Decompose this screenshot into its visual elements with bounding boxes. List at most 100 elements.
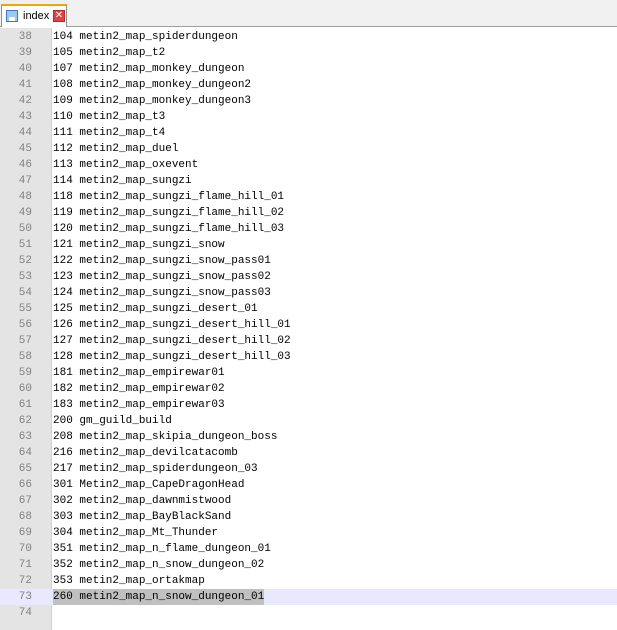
line-number: 41 — [18, 79, 32, 91]
line-number: 56 — [18, 319, 32, 331]
editor-line[interactable]: 38 104 metin2_map_spiderdungeon — [0, 29, 617, 45]
editor-line[interactable]: 62 200 gm_guild_build — [0, 413, 617, 429]
editor-line[interactable]: 39 105 metin2_map_t2 — [0, 45, 617, 61]
editor-line[interactable]: 51 121 metin2_map_sungzi_snow — [0, 237, 617, 253]
line-text[interactable]: 127 metin2_map_sungzi_desert_hill_02 — [53, 333, 291, 349]
line-text[interactable]: 110 metin2_map_t3 — [53, 109, 165, 125]
line-number: 54 — [18, 287, 32, 299]
editor-line[interactable]: 56 126 metin2_map_sungzi_desert_hill_01 — [0, 317, 617, 333]
close-icon[interactable]: ✕ — [53, 10, 65, 22]
line-text[interactable]: 182 metin2_map_empirewar02 — [53, 381, 225, 397]
editor-line[interactable]: 60 182 metin2_map_empirewar02 — [0, 381, 617, 397]
line-text[interactable]: 120 metin2_map_sungzi_flame_hill_03 — [53, 221, 284, 237]
editor-line[interactable]: 70 351 metin2_map_n_flame_dungeon_01 — [0, 541, 617, 557]
line-number: 57 — [18, 335, 32, 347]
editor-line[interactable]: 71 352 metin2_map_n_snow_dungeon_02 — [0, 557, 617, 573]
line-text[interactable]: 105 metin2_map_t2 — [53, 45, 165, 61]
line-text[interactable]: 303 metin2_map_BayBlackSand — [53, 509, 231, 525]
line-text[interactable]: 121 metin2_map_sungzi_snow — [53, 237, 225, 253]
editor-line[interactable]: 55 125 metin2_map_sungzi_desert_01 — [0, 301, 617, 317]
editor-line[interactable]: 41 108 metin2_map_monkey_dungeon2 — [0, 77, 617, 93]
line-text[interactable]: 114 metin2_map_sungzi — [53, 173, 192, 189]
editor-line[interactable]: 45 112 metin2_map_duel — [0, 141, 617, 157]
line-text[interactable]: 208 metin2_map_skipia_dungeon_boss — [53, 429, 277, 445]
line-text[interactable]: 351 metin2_map_n_flame_dungeon_01 — [53, 541, 271, 557]
line-number: 53 — [18, 271, 32, 283]
editor-line[interactable]: 63 208 metin2_map_skipia_dungeon_boss — [0, 429, 617, 445]
editor-line[interactable]: 74 — [0, 605, 617, 621]
editor-line[interactable]: 43 110 metin2_map_t3 — [0, 109, 617, 125]
text-editor[interactable]: 38 104 metin2_map_spiderdungeon 39 105 meti… — [0, 29, 617, 621]
line-text[interactable]: 125 metin2_map_sungzi_desert_01 — [53, 301, 258, 317]
line-number: 59 — [18, 367, 32, 379]
line-number: 50 — [18, 223, 32, 235]
line-text[interactable]: 111 metin2_map_t4 — [53, 125, 165, 141]
line-number: 58 — [18, 351, 32, 363]
line-number: 61 — [18, 399, 32, 411]
line-text[interactable]: 107 metin2_map_monkey_dungeon — [53, 61, 244, 77]
line-text[interactable]: 302 metin2_map_dawnmistwood — [53, 493, 231, 509]
editor-line[interactable]: 47 114 metin2_map_sungzi — [0, 173, 617, 189]
tab-index[interactable]: index ✕ — [1, 4, 67, 27]
editor-line[interactable]: 65 217 metin2_map_spiderdungeon_03 — [0, 461, 617, 477]
editor-line[interactable]: 66 301 Metin2_map_CapeDragonHead — [0, 477, 617, 493]
editor-line[interactable]: 61 183 metin2_map_empirewar03 — [0, 397, 617, 413]
editor-line[interactable]: 58 128 metin2_map_sungzi_desert_hill_03 — [0, 349, 617, 365]
line-text[interactable]: 109 metin2_map_monkey_dungeon3 — [53, 93, 251, 109]
line-text[interactable]: 352 metin2_map_n_snow_dungeon_02 — [53, 557, 264, 573]
editor-line[interactable]: 54 124 metin2_map_sungzi_snow_pass03 — [0, 285, 617, 301]
line-text[interactable]: 200 gm_guild_build — [53, 413, 172, 429]
line-number: 48 — [18, 191, 32, 203]
editor-line[interactable]: 44 111 metin2_map_t4 — [0, 125, 617, 141]
editor-line[interactable]: 59 181 metin2_map_empirewar01 — [0, 365, 617, 381]
current-line[interactable]: 73 260 metin2_map_n_snow_dungeon_01 — [0, 589, 617, 605]
editor-line[interactable]: 69 304 metin2_map_Mt_Thunder — [0, 525, 617, 541]
tab-bar: index ✕ — [0, 0, 617, 27]
editor-line[interactable]: 40 107 metin2_map_monkey_dungeon — [0, 61, 617, 77]
line-number: 38 — [18, 31, 32, 43]
line-text[interactable]: 304 metin2_map_Mt_Thunder — [53, 525, 218, 541]
editor-line[interactable]: 72 353 metin2_map_ortakmap — [0, 573, 617, 589]
line-text[interactable]: 119 metin2_map_sungzi_flame_hill_02 — [53, 205, 284, 221]
line-text[interactable]: 216 metin2_map_devilcatacomb — [53, 445, 238, 461]
editor-line[interactable]: 67 302 metin2_map_dawnmistwood — [0, 493, 617, 509]
line-text[interactable]: 118 metin2_map_sungzi_flame_hill_01 — [53, 189, 284, 205]
line-number: 71 — [18, 559, 32, 571]
line-number: 40 — [18, 63, 32, 75]
line-number: 64 — [18, 447, 32, 459]
editor-line[interactable]: 42 109 metin2_map_monkey_dungeon3 — [0, 93, 617, 109]
line-number: 72 — [18, 575, 32, 587]
line-text[interactable]: 183 metin2_map_empirewar03 — [53, 397, 225, 413]
editor-line[interactable]: 53 123 metin2_map_sungzi_snow_pass02 — [0, 269, 617, 285]
line-number: 42 — [18, 95, 32, 107]
line-number: 47 — [18, 175, 32, 187]
line-number: 43 — [18, 111, 32, 123]
line-text[interactable]: 126 metin2_map_sungzi_desert_hill_01 — [53, 317, 291, 333]
line-text[interactable]: 260 metin2_map_n_snow_dungeon_01 — [53, 589, 265, 605]
line-text[interactable]: 301 Metin2_map_CapeDragonHead — [53, 477, 244, 493]
line-text[interactable]: 108 metin2_map_monkey_dungeon2 — [53, 77, 251, 93]
editor-line[interactable]: 52 122 metin2_map_sungzi_snow_pass01 — [0, 253, 617, 269]
editor-line[interactable]: 49 119 metin2_map_sungzi_flame_hill_02 — [0, 205, 617, 221]
editor-line[interactable]: 68 303 metin2_map_BayBlackSand — [0, 509, 617, 525]
editor-line[interactable]: 50 120 metin2_map_sungzi_flame_hill_03 — [0, 221, 617, 237]
line-text[interactable]: 104 metin2_map_spiderdungeon — [53, 29, 238, 45]
line-text[interactable]: 181 metin2_map_empirewar01 — [53, 365, 225, 381]
editor-line[interactable]: 48 118 metin2_map_sungzi_flame_hill_01 — [0, 189, 617, 205]
editor-line[interactable]: 57 127 metin2_map_sungzi_desert_hill_02 — [0, 333, 617, 349]
line-text[interactable]: 123 metin2_map_sungzi_snow_pass02 — [53, 269, 271, 285]
line-text[interactable]: 128 metin2_map_sungzi_desert_hill_03 — [53, 349, 291, 365]
editor-line[interactable]: 64 216 metin2_map_devilcatacomb — [0, 445, 617, 461]
line-text[interactable]: 353 metin2_map_ortakmap — [53, 573, 205, 589]
line-text[interactable]: 217 metin2_map_spiderdungeon_03 — [53, 461, 258, 477]
line-text[interactable]: 113 metin2_map_oxevent — [53, 157, 198, 173]
editor-line[interactable]: 46 113 metin2_map_oxevent — [0, 157, 617, 173]
line-text[interactable]: 124 metin2_map_sungzi_snow_pass03 — [53, 285, 271, 301]
line-number: 46 — [18, 159, 32, 171]
line-number: 44 — [18, 127, 32, 139]
line-number: 52 — [18, 255, 32, 267]
line-number: 60 — [18, 383, 32, 395]
line-number: 63 — [18, 431, 32, 443]
line-text[interactable]: 122 metin2_map_sungzi_snow_pass01 — [53, 253, 271, 269]
line-text[interactable]: 112 metin2_map_duel — [53, 141, 178, 157]
